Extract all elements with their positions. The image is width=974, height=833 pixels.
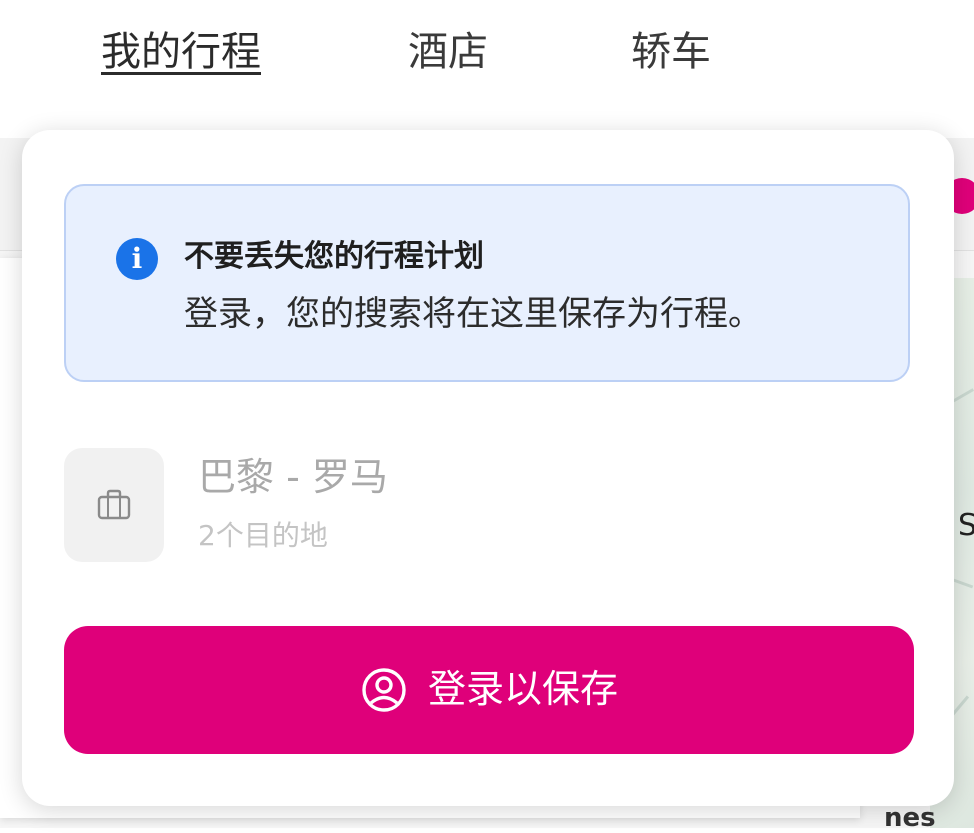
info-icon: i: [116, 238, 158, 280]
login-button-label: 登录以保存: [427, 669, 618, 711]
info-body: 登录，您的搜索将在这里保存为行程。: [184, 294, 762, 334]
trip-destination-count: 2个目的地: [198, 519, 328, 552]
tab-cars[interactable]: 轿车: [631, 24, 711, 80]
info-title: 不要丢失您的行程计划: [184, 239, 484, 274]
info-banner: i 不要丢失您的行程计划 登录，您的搜索将在这里保存为行程。: [64, 184, 910, 382]
trip-thumbnail: [64, 448, 164, 562]
top-nav: 我的行程 酒店 轿车: [0, 0, 974, 138]
tab-hotels[interactable]: 酒店: [408, 24, 488, 80]
trip-list-item[interactable]: 巴黎 - 罗马 2个目的地: [64, 448, 910, 564]
trip-name: 巴黎 - 罗马: [198, 455, 388, 499]
trips-popover: i 不要丢失您的行程计划 登录，您的搜索将在这里保存为行程。 巴黎 - 罗马 2…: [22, 130, 954, 806]
tab-my-trips[interactable]: 我的行程: [101, 24, 261, 80]
login-to-save-button[interactable]: 登录以保存: [64, 626, 914, 754]
user-circle-icon: [362, 668, 406, 712]
map-label-partial: S: [958, 508, 974, 543]
suitcase-icon: [97, 489, 131, 520]
map-label-partial: nes: [884, 803, 936, 833]
